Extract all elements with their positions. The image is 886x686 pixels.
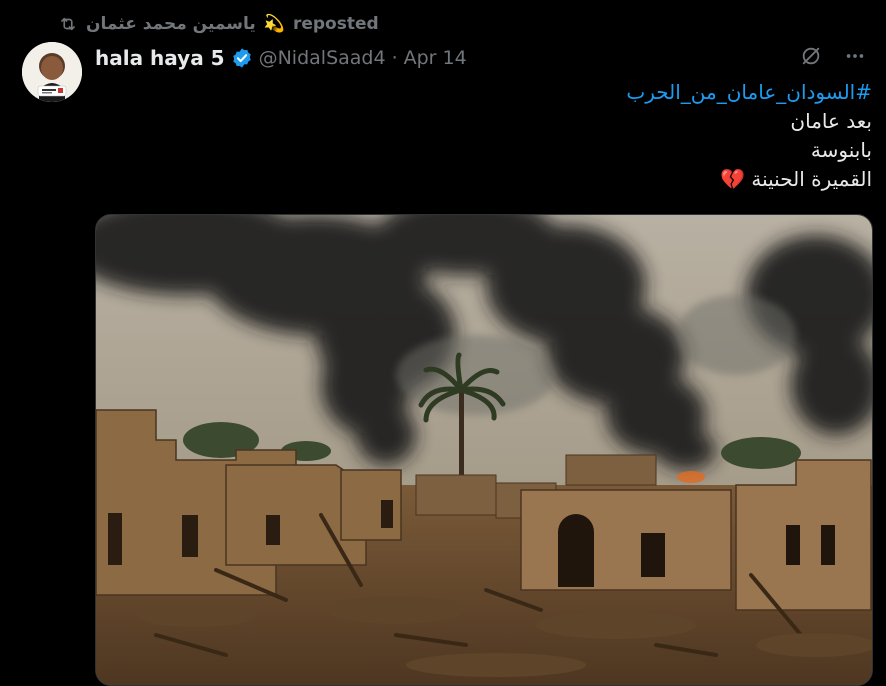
tweet-header: hala haya 5 @NidalSaad4 · Apr 14 bbox=[95, 44, 866, 72]
tweet-line-2: بابنوسة bbox=[810, 138, 872, 162]
author-handle[interactable]: @NidalSaad4 bbox=[259, 47, 386, 69]
avatar[interactable] bbox=[22, 42, 82, 102]
tweet-media-image[interactable] bbox=[95, 214, 873, 686]
tweet-date[interactable]: Apr 14 bbox=[404, 47, 467, 69]
repost-label: reposted bbox=[292, 14, 379, 34]
repost-user[interactable]: ياسمين محمد عثمان bbox=[86, 14, 256, 34]
tweet-text: #السودان_عامان_من_الحرب بعد عامان بابنوس… bbox=[112, 78, 872, 194]
grok-icon[interactable] bbox=[800, 45, 822, 71]
tweet-line-3: القميرة الحنينة 💔 bbox=[720, 167, 872, 191]
separator-dot: · bbox=[391, 47, 398, 69]
hashtag-link[interactable]: #السودان_عامان_من_الحرب bbox=[112, 78, 872, 107]
verified-badge-icon[interactable] bbox=[231, 47, 253, 69]
more-options-icon[interactable] bbox=[844, 45, 866, 71]
repost-icon bbox=[58, 15, 78, 33]
repost-emoji: 💫 bbox=[263, 14, 285, 34]
repost-indicator[interactable]: ياسمين محمد عثمان 💫 reposted bbox=[58, 12, 379, 36]
author-name[interactable]: hala haya 5 bbox=[95, 46, 225, 70]
tweet-line-1: بعد عامان bbox=[790, 109, 872, 133]
